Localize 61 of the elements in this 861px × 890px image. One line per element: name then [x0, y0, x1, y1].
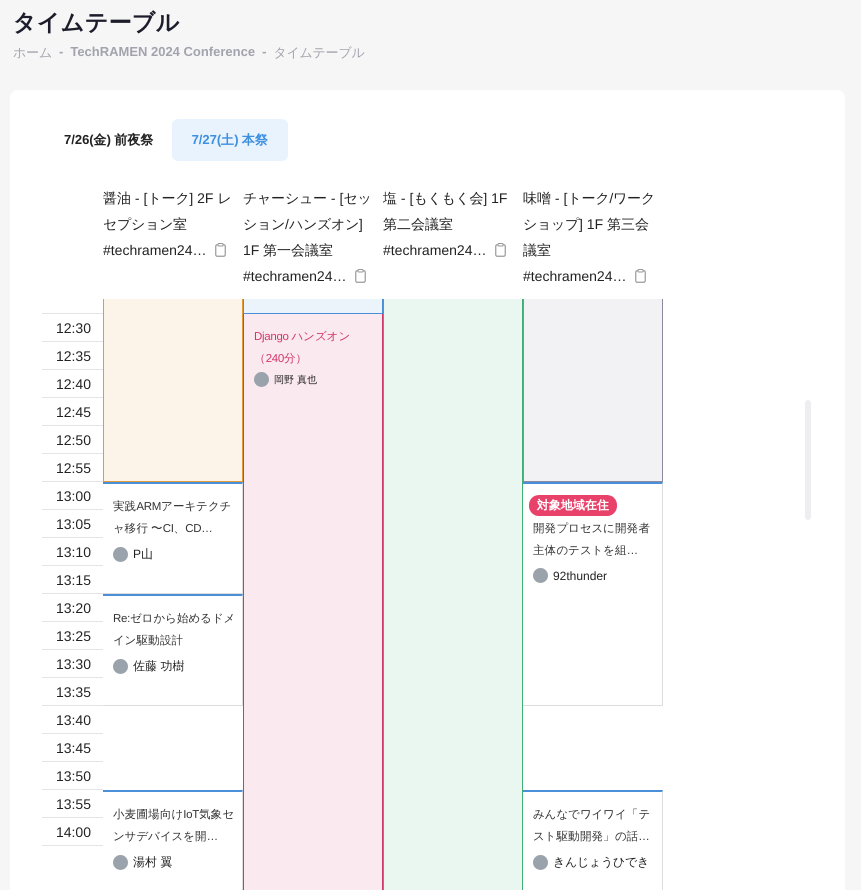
- session-title: 開発プロセスに開発者主体のテストを組…: [533, 521, 652, 559]
- session-card[interactable]: 対象地域在住 開発プロセスに開発者主体のテストを組… 92thunder: [523, 482, 663, 706]
- region-badge: 対象地域在住: [529, 495, 617, 516]
- speaker-avatar: [113, 855, 128, 870]
- session-card[interactable]: Re:ゼロから始めるドメイン駆動設計 佐藤 功樹: [103, 594, 243, 706]
- track-hashtag: #techramen24…: [383, 241, 487, 260]
- time-label: 13:25: [56, 628, 91, 644]
- speaker-avatar: [113, 547, 128, 562]
- time-label: 13:45: [56, 740, 91, 756]
- time-label: 13:30: [56, 656, 91, 672]
- time-label: 14:00: [56, 824, 91, 840]
- time-label: 13:00: [56, 488, 91, 504]
- session-block[interactable]: [243, 299, 383, 314]
- speaker-avatar: [533, 568, 548, 583]
- speaker-name: 佐藤 功樹: [133, 658, 184, 675]
- clipboard-icon[interactable]: [494, 243, 506, 257]
- page-title: タイムテーブル: [13, 8, 181, 37]
- speaker-name: 92thunder: [553, 568, 608, 582]
- time-label: 13:20: [56, 600, 91, 616]
- speaker-name: P山: [133, 546, 154, 563]
- speaker-avatar: [113, 659, 128, 674]
- session-card[interactable]: 小麦圃場向けIoT気象センサデバイスを開… 湯村 翼: [103, 790, 243, 890]
- time-label: 13:40: [56, 712, 91, 728]
- track-hashtag: #techramen24…: [103, 241, 207, 260]
- time-label: 13:55: [56, 796, 91, 812]
- time-label: 12:30: [56, 320, 91, 336]
- session-card[interactable]: 実践ARMアーキテクチャ移行 〜CI、CD… P山: [103, 482, 243, 594]
- session-title: Re:ゼロから始めるドメイン駆動設計: [113, 612, 236, 649]
- time-label: 13:15: [56, 572, 91, 588]
- time-label: 12:35: [56, 348, 91, 364]
- time-label: 13:50: [56, 768, 91, 784]
- time-label: 12:45: [56, 404, 91, 420]
- track-name: 味噌 - [トーク/ワークショップ] 1F 第三会議室: [523, 189, 656, 260]
- session-title: 実践ARMアーキテクチャ移行 〜CI、CD…: [113, 499, 232, 537]
- session-title: みんなでワイワイ「テスト駆動開発」の話…: [533, 808, 652, 845]
- session-title: Django ハンズオン（240分）: [254, 330, 352, 367]
- session-title: 小麦圃場向けIoT気象センサデバイスを開…: [113, 808, 236, 845]
- time-label: 12:40: [56, 376, 91, 392]
- time-label: 13:05: [56, 516, 91, 532]
- clipboard-icon[interactable]: [214, 243, 226, 257]
- speaker-name: 湯村 翼: [133, 854, 172, 871]
- clipboard-icon[interactable]: [354, 269, 366, 283]
- clipboard-icon[interactable]: [634, 269, 646, 283]
- speaker-avatar: [533, 855, 548, 870]
- track-name: チャーシュー - [セッション/ハンズオン] 1F 第一会議室: [243, 189, 372, 260]
- time-label: 13:10: [56, 544, 91, 560]
- track-hashtag: #techramen24…: [243, 267, 347, 286]
- time-label: 13:35: [56, 684, 91, 700]
- track-name: 塩 - [もくもく会] 1F 第二会議室: [383, 189, 508, 234]
- speaker-name: 岡野 真也: [274, 374, 317, 386]
- speaker-name: きんじょうひでき: [553, 854, 649, 871]
- session-card[interactable]: みんなでワイワイ「テスト駆動開発」の話… きんじょうひでき: [523, 790, 663, 890]
- breadcrumb-separator: -: [59, 44, 64, 61]
- track-name: 醤油 - [トーク] 2F レセプション室: [103, 189, 232, 234]
- track-hashtag: #techramen24…: [523, 267, 627, 286]
- time-label: 12:55: [56, 460, 91, 476]
- speaker-avatar: [254, 372, 269, 387]
- date-tab[interactable]: 7/26(金) 前夜祭: [52, 119, 166, 161]
- time-label: 12:50: [56, 432, 91, 448]
- breadcrumb-separator: -: [262, 44, 266, 61]
- session-block[interactable]: Django ハンズオン（240分） 岡野 真也: [243, 314, 383, 890]
